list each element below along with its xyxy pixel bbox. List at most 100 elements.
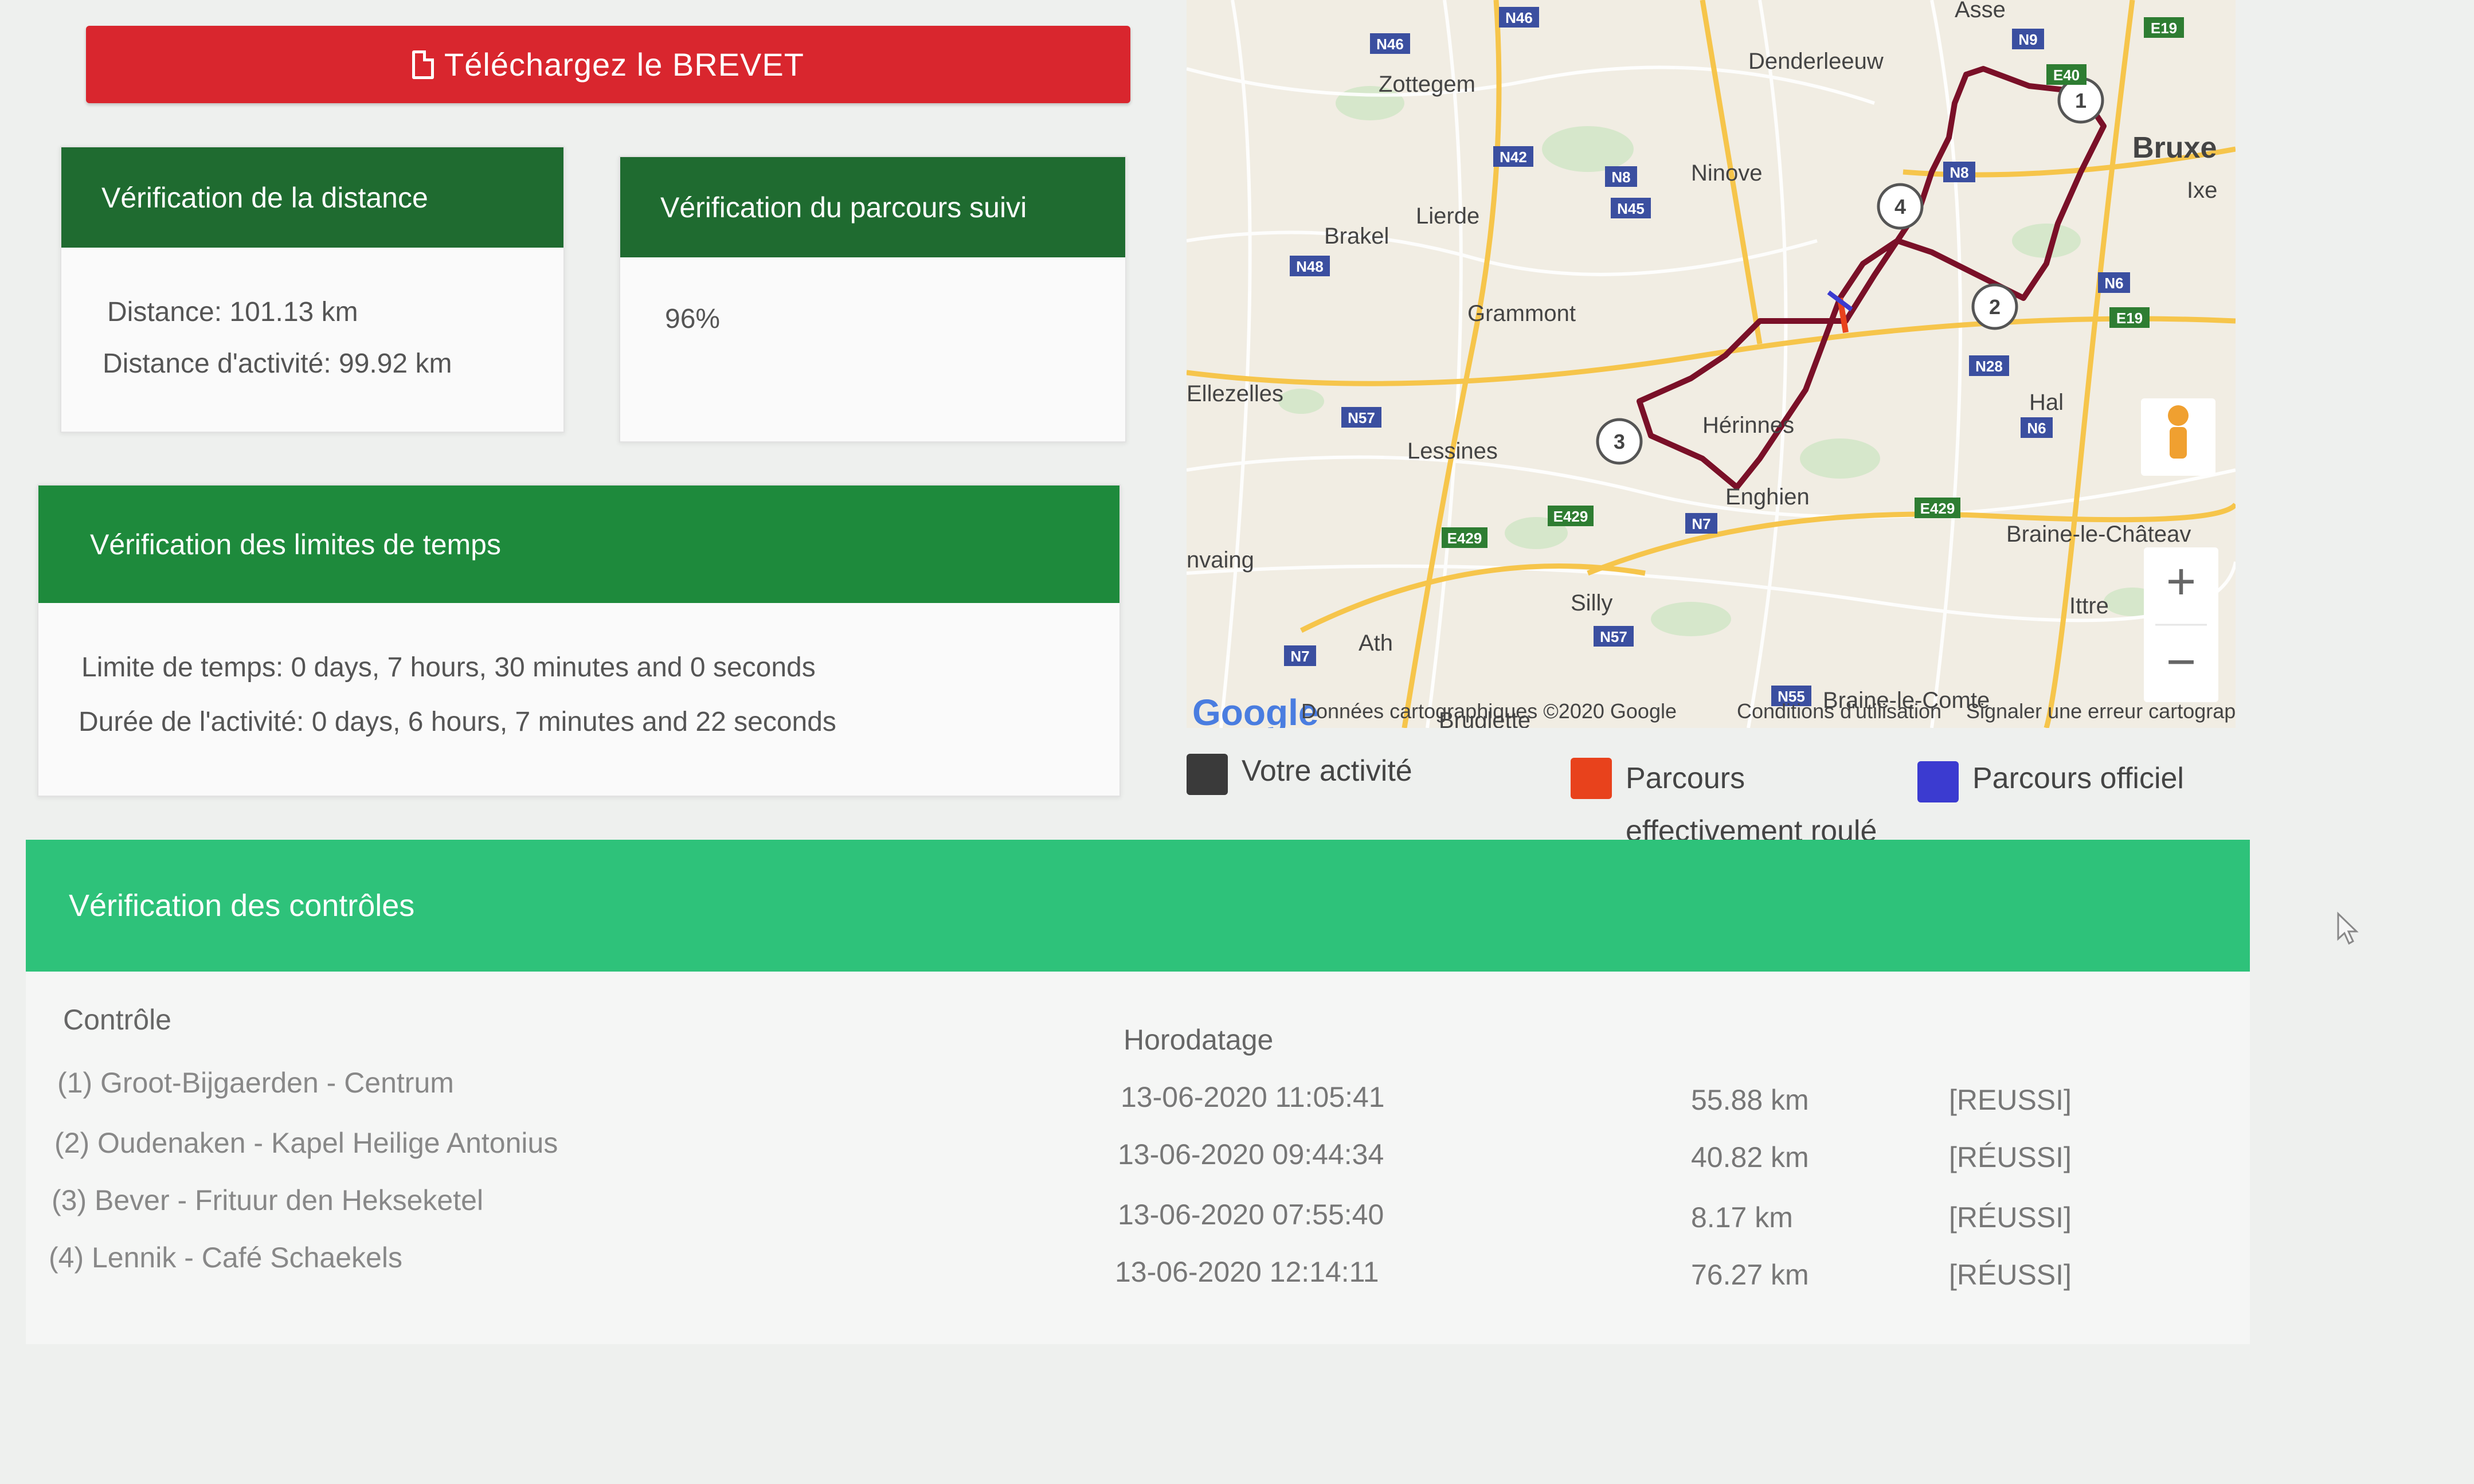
time-limits-card: Vérification des limites de temps Limite… (37, 484, 1121, 797)
mouse-cursor-icon (2337, 911, 2359, 945)
svg-text:N8: N8 (1950, 164, 1968, 181)
svg-text:N46: N46 (1376, 36, 1404, 53)
place-label: Grammont (1467, 301, 1576, 326)
column-header-timestamp: Horodatage (1124, 1024, 1274, 1056)
svg-text:E429: E429 (1447, 530, 1482, 547)
control-row-3-name: (3) Bever - Frituur den Hekseketel (52, 1184, 484, 1216)
svg-text:N9: N9 (2018, 31, 2037, 48)
map-report-error-link[interactable]: Signaler une erreur cartographique (1966, 699, 2236, 723)
svg-text:N45: N45 (1617, 200, 1645, 217)
place-label: Ninove (1691, 160, 1763, 186)
place-label: Lessines (1407, 438, 1498, 464)
download-brevet-button[interactable]: Téléchargez le BREVET (86, 26, 1130, 103)
legend-official-swatch (1917, 761, 1959, 802)
map-marker-3[interactable]: 3 (1596, 418, 1643, 465)
svg-text:N42: N42 (1500, 148, 1527, 166)
control-row-2-name: (2) Oudenaken - Kapel Heilige Antonius (54, 1127, 558, 1159)
distance-card-title: Vérification de la distance (101, 181, 428, 214)
svg-text:N7: N7 (1692, 515, 1710, 532)
control-row-2-time: 13-06-2020 09:44:34 (1118, 1138, 1384, 1170)
distance-card: Vérification de la distance Distance: 10… (60, 146, 565, 433)
control-row-1-distance: 55.88 km (1691, 1084, 1809, 1116)
controls-table: Contrôle Horodatage (1) Groot-Bijgaerden… (26, 972, 2250, 1344)
map-marker-2[interactable]: 2 (1971, 283, 2018, 330)
map-marker-1[interactable]: 1 (2057, 77, 2104, 124)
google-logo: Google (1192, 692, 1318, 728)
route-card-title: Vérification du parcours suivi (660, 191, 1027, 224)
svg-text:2: 2 (1989, 295, 2001, 319)
legend-official-route: Parcours officiel (1917, 761, 2184, 802)
svg-text:1: 1 (2075, 89, 2087, 112)
legend-activity-swatch (1187, 754, 1228, 795)
street-view-pegman-icon[interactable] (2141, 398, 2215, 476)
map-marker-4[interactable]: 4 (1877, 183, 1924, 230)
route-match-value: 96% (665, 304, 721, 334)
place-label: Hérinnes (1702, 413, 1794, 438)
activity-duration-value: Durée de l'activité: 0 days, 6 hours, 7 … (79, 707, 836, 737)
control-row-1-time: 13-06-2020 11:05:41 (1121, 1081, 1385, 1113)
place-label: Brakel (1324, 224, 1389, 249)
column-header-control: Contrôle (63, 1004, 171, 1036)
distance-value: Distance: 101.13 km (107, 297, 358, 327)
place-label: Hal (2029, 390, 2064, 415)
svg-text:N57: N57 (1348, 409, 1375, 426)
svg-text:N48: N48 (1296, 258, 1324, 275)
svg-text:N8: N8 (1611, 169, 1630, 186)
svg-text:N7: N7 (1290, 648, 1309, 665)
route-map[interactable]: 1 2 3 4 Zottegem Denderleeuw Asse Bruxe … (1187, 0, 2236, 728)
time-limits-card-title: Vérification des limites de temps (90, 528, 501, 561)
svg-text:E19: E19 (2151, 19, 2177, 37)
place-label: Ellezelles (1187, 381, 1283, 406)
control-row-4-status: [RÉUSSI] (1949, 1259, 2072, 1291)
place-label: Braine-le-Châteav (2006, 522, 2191, 547)
place-label: Enghien (1725, 484, 1810, 510)
download-brevet-label: Téléchargez le BREVET (444, 46, 804, 83)
route-card-header: Vérification du parcours suivi (620, 157, 1125, 257)
control-row-4-distance: 76.27 km (1691, 1259, 1809, 1291)
legend-activity: Votre activité (1187, 754, 1412, 795)
svg-text:3: 3 (1614, 430, 1625, 453)
control-row-3-distance: 8.17 km (1691, 1201, 1793, 1234)
control-row-2-distance: 40.82 km (1691, 1141, 1809, 1173)
place-label: Silly (1571, 590, 1612, 616)
control-row-2-status: [RÉUSSI] (1949, 1141, 2072, 1173)
svg-text:4: 4 (1894, 195, 1906, 218)
controls-section-title: Vérification des contrôles (69, 888, 415, 923)
time-limits-card-header: Vérification des limites de temps (38, 485, 1119, 603)
place-label: Ath (1359, 631, 1393, 656)
svg-text:N28: N28 (1975, 358, 2003, 375)
legend-activity-label: Votre activité (1242, 754, 1412, 788)
time-limit-value: Limite de temps: 0 days, 7 hours, 30 min… (81, 652, 816, 683)
control-row-4-name: (4) Lennik - Café Schaekels (49, 1242, 402, 1274)
control-row-3-status: [RÉUSSI] (1949, 1201, 2072, 1234)
zoom-in-button[interactable]: + (2166, 553, 2197, 610)
control-row-4-time: 13-06-2020 12:14:11 (1115, 1256, 1379, 1288)
map-terms-link[interactable]: Conditions d'utilisation (1737, 699, 1941, 723)
place-label: Denderleeuw (1748, 49, 1884, 74)
place-label: nvaing (1187, 547, 1254, 573)
svg-text:N46: N46 (1505, 9, 1533, 26)
legend-actual-label-1: Parcours (1626, 762, 1745, 795)
place-label: Zottegem (1379, 72, 1475, 97)
activity-distance-value: Distance d'activité: 99.92 km (103, 349, 452, 379)
svg-text:E429: E429 (1553, 508, 1588, 525)
svg-text:E19: E19 (2116, 310, 2143, 327)
control-row-1-status: [REUSSI] (1949, 1084, 2072, 1116)
place-label: Asse (1955, 0, 2006, 22)
svg-text:N57: N57 (1600, 628, 1627, 645)
distance-card-header: Vérification de la distance (61, 147, 563, 248)
map-canvas[interactable]: 1 2 3 4 Zottegem Denderleeuw Asse Bruxe … (1187, 0, 2236, 728)
document-icon (412, 50, 434, 79)
route-card: Vérification du parcours suivi 96% (619, 156, 1126, 443)
controls-section-header: Vérification des contrôles (26, 840, 2250, 972)
control-row-3-time: 13-06-2020 07:55:40 (1118, 1199, 1384, 1231)
svg-text:N6: N6 (2027, 420, 2046, 437)
legend-actual-swatch (1571, 758, 1612, 799)
svg-text:N6: N6 (2104, 275, 2123, 292)
svg-text:E40: E40 (2053, 66, 2080, 84)
place-label: Bruxe (2132, 131, 2217, 165)
svg-text:E429: E429 (1920, 500, 1955, 517)
place-label: Ittre (2069, 593, 2109, 618)
zoom-out-button[interactable]: − (2166, 633, 2197, 691)
map-attribution: Données cartographiques ©2020 Google (1301, 699, 1677, 723)
